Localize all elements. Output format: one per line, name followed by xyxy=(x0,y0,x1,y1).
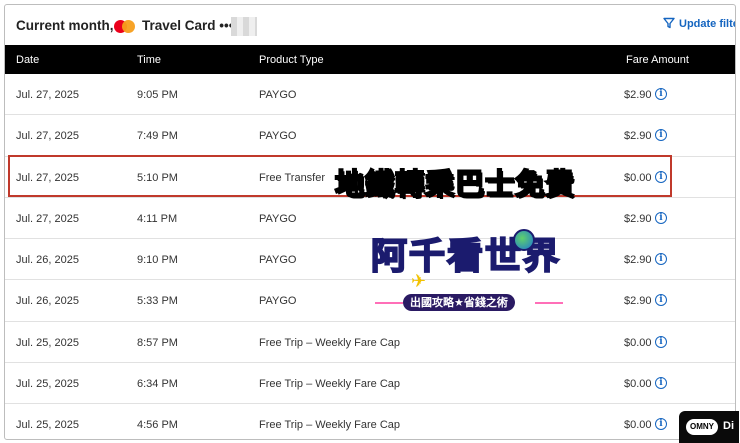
row-fare-amount: $0.00 xyxy=(624,171,652,184)
table-row: Jul. 25, 2025 8:57 PM Free Trip – Weekly… xyxy=(5,322,735,364)
row-product-type: Free Trip – Weekly Fare Cap xyxy=(259,419,401,432)
table-row: Jul. 27, 2025 9:05 PM PAYGO $2.90 i xyxy=(5,74,735,116)
info-icon[interactable]: i xyxy=(655,294,667,307)
table-row: Jul. 25, 2025 4:56 PM Free Trip – Weekly… xyxy=(5,404,735,439)
globe-icon xyxy=(513,229,535,251)
row-fare-amount: $2.90 xyxy=(624,295,652,308)
row-time: 8:57 PM xyxy=(137,336,178,349)
row-product-type: Free Trip – Weekly Fare Cap xyxy=(259,336,401,349)
row-fare-amount: $0.00 xyxy=(624,419,652,432)
watermark-slogan: 出國攻略★省錢之術 xyxy=(403,294,515,311)
watermark-divider xyxy=(375,302,403,304)
info-icon[interactable]: i xyxy=(655,377,667,390)
info-icon[interactable]: i xyxy=(655,170,667,183)
column-header-date: Date xyxy=(16,54,40,66)
table-header: Date Time Product Type Fare Amount xyxy=(5,45,735,74)
omny-logo: OMNY xyxy=(686,419,718,435)
column-header-product-type: Product Type xyxy=(259,54,324,66)
column-header-time: Time xyxy=(137,54,162,66)
row-time: 5:10 PM xyxy=(137,171,178,184)
row-time: 4:11 PM xyxy=(137,212,178,225)
table-row: Jul. 25, 2025 6:34 PM Free Trip – Weekly… xyxy=(5,363,735,405)
table-row: Jul. 27, 2025 7:49 PM PAYGO $2.90 i xyxy=(5,115,735,157)
info-icon[interactable]: i xyxy=(655,335,667,348)
annotation-caption: 地鐵轉乘巴士免費 xyxy=(334,166,576,202)
row-time: 9:10 PM xyxy=(137,254,178,267)
watermark-divider xyxy=(535,302,563,304)
row-time: 4:56 PM xyxy=(137,419,178,432)
masked-card-number xyxy=(231,17,257,36)
period-title: Current month, xyxy=(16,18,114,33)
panel-header: Current month, Travel Card ••• Update fi… xyxy=(5,5,735,45)
omny-badge[interactable]: OMNY Di xyxy=(679,411,739,443)
row-time: 5:33 PM xyxy=(137,295,178,308)
row-fare-amount: $2.90 xyxy=(624,89,652,101)
row-date: Jul. 27, 2025 xyxy=(16,89,79,101)
filter-label: Update filter xyxy=(679,18,735,30)
row-date: Jul. 25, 2025 xyxy=(16,419,79,432)
row-product-type: Free Transfer xyxy=(259,171,326,184)
card-label: Travel Card ••• xyxy=(142,18,234,33)
info-icon[interactable]: i xyxy=(655,418,667,431)
row-product-type: PAYGO xyxy=(259,254,297,267)
table-row: Jul. 26, 2025 5:33 PM PAYGO $2.90 i xyxy=(5,280,735,322)
row-time: 7:49 PM xyxy=(137,130,178,143)
info-icon[interactable]: i xyxy=(655,129,667,142)
airplane-icon: ✈ xyxy=(411,271,427,291)
row-product-type: PAYGO xyxy=(259,212,297,225)
table-row: Jul. 26, 2025 9:10 PM PAYGO $2.90 i xyxy=(5,239,735,281)
row-date: Jul. 27, 2025 xyxy=(16,171,79,184)
row-fare-amount: $2.90 xyxy=(624,254,652,267)
row-product-type: PAYGO xyxy=(259,130,297,143)
row-fare-amount: $2.90 xyxy=(624,212,652,225)
row-date: Jul. 27, 2025 xyxy=(16,130,79,143)
row-product-type: PAYGO xyxy=(259,295,297,308)
row-date: Jul. 27, 2025 xyxy=(16,212,79,225)
row-date: Jul. 26, 2025 xyxy=(16,254,79,267)
trip-history-panel: Current month, Travel Card ••• Update fi… xyxy=(4,4,736,440)
filter-icon xyxy=(663,17,675,29)
column-header-fare-amount: Fare Amount xyxy=(626,54,689,66)
info-icon[interactable]: i xyxy=(655,253,667,266)
row-date: Jul. 25, 2025 xyxy=(16,378,79,391)
update-filter-button[interactable]: Update filter xyxy=(663,17,735,30)
mastercard-icon xyxy=(114,20,136,33)
row-time: 6:34 PM xyxy=(137,378,178,391)
row-time: 9:05 PM xyxy=(137,89,178,101)
row-fare-amount: $0.00 xyxy=(624,336,652,349)
row-product-type: PAYGO xyxy=(259,89,297,101)
row-fare-amount: $2.90 xyxy=(624,130,652,143)
omny-badge-text: Di xyxy=(723,420,734,432)
info-icon[interactable]: i xyxy=(655,211,667,224)
trip-table-body: Jul. 27, 2025 9:05 PM PAYGO $2.90 i Jul.… xyxy=(5,74,735,439)
row-date: Jul. 25, 2025 xyxy=(16,336,79,349)
row-fare-amount: $0.00 xyxy=(624,378,652,391)
row-date: Jul. 26, 2025 xyxy=(16,295,79,308)
table-row: Jul. 27, 2025 4:11 PM PAYGO $2.90 i xyxy=(5,198,735,240)
row-product-type: Free Trip – Weekly Fare Cap xyxy=(259,378,401,391)
info-icon[interactable]: i xyxy=(655,88,667,100)
watermark-logo: 阿千看世界 ✈ 出國攻略★省錢之術 xyxy=(370,227,567,319)
